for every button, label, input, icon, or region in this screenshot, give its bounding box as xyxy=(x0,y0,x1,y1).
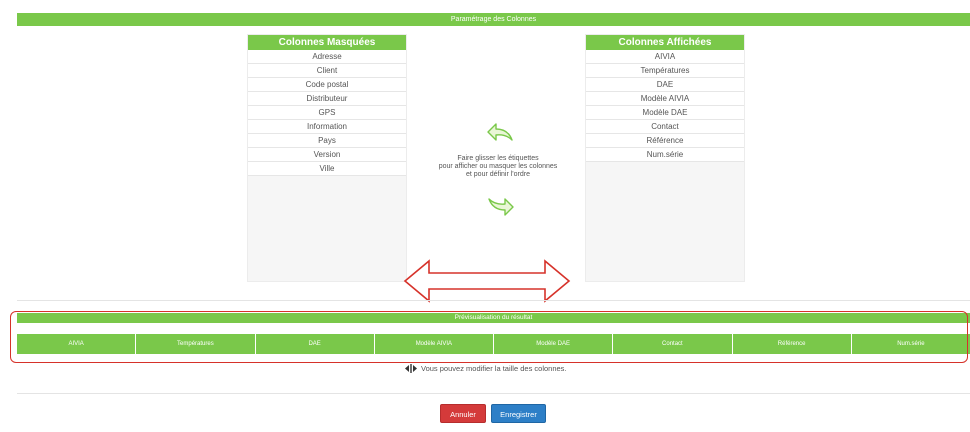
hidden-columns-panel: Colonnes Masquées Adresse Client Code po… xyxy=(247,34,407,282)
hidden-column-item[interactable]: Code postal xyxy=(248,78,406,92)
hidden-column-item[interactable]: Ville xyxy=(248,162,406,176)
drag-instructions: Faire glisser les étiquettes pour affich… xyxy=(418,155,578,179)
shown-columns-title: Colonnes Affichées xyxy=(586,35,744,50)
shown-column-item[interactable]: Référence xyxy=(586,134,744,148)
instruction-line: Faire glisser les étiquettes xyxy=(457,155,539,162)
shown-column-item[interactable]: Modèle DAE xyxy=(586,106,744,120)
shown-columns-panel: Colonnes Affichées AIVIA Températures DA… xyxy=(585,34,745,282)
hidden-column-item[interactable]: GPS xyxy=(248,106,406,120)
shown-column-item[interactable]: DAE xyxy=(586,78,744,92)
arrow-right-curved-icon xyxy=(488,198,514,216)
shown-column-item[interactable]: Num.série xyxy=(586,148,744,162)
hidden-column-item[interactable]: Version xyxy=(248,148,406,162)
hidden-column-item[interactable]: Client xyxy=(248,64,406,78)
section-divider xyxy=(17,300,970,301)
shown-column-item[interactable]: AIVIA xyxy=(586,50,744,64)
hidden-column-item[interactable]: Adresse xyxy=(248,50,406,64)
shown-column-item[interactable]: Températures xyxy=(586,64,744,78)
hidden-column-item[interactable]: Pays xyxy=(248,134,406,148)
hidden-columns-title: Colonnes Masquées xyxy=(248,35,406,50)
instruction-line: et pour définir l'ordre xyxy=(466,171,530,178)
shown-column-item[interactable]: Modèle AIVIA xyxy=(586,92,744,106)
column-settings-header: Paramétrage des Colonnes xyxy=(17,13,970,26)
resize-hint: Vous pouvez modifier la taille des colon… xyxy=(405,364,567,373)
preview-highlight-outline xyxy=(10,311,968,363)
cancel-button[interactable]: Annuler xyxy=(440,404,486,423)
resize-hint-text: Vous pouvez modifier la taille des colon… xyxy=(421,364,567,373)
save-button[interactable]: Enregistrer xyxy=(491,404,546,423)
double-arrow-annotation-icon xyxy=(403,259,571,303)
shown-column-item[interactable]: Contact xyxy=(586,120,744,134)
hidden-column-item[interactable]: Information xyxy=(248,120,406,134)
instruction-line: pour afficher ou masquer les colonnes xyxy=(438,163,558,170)
footer-divider xyxy=(17,393,970,394)
resize-columns-icon xyxy=(405,364,417,373)
hidden-column-item[interactable]: Distributeur xyxy=(248,92,406,106)
arrow-left-curved-icon xyxy=(487,123,513,141)
